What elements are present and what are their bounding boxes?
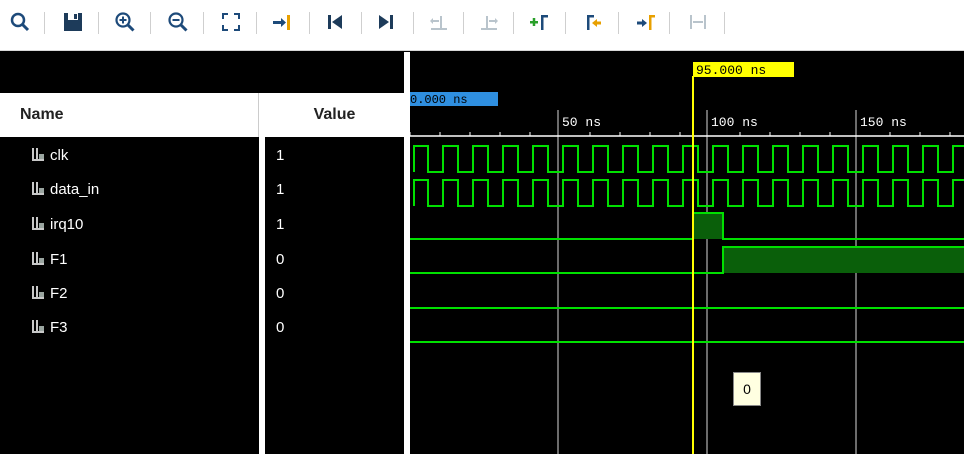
signal-value: 0 [276, 284, 285, 302]
zoom-out-icon[interactable] [166, 10, 190, 34]
zoom-fit-icon[interactable] [219, 10, 243, 34]
waveform-canvas[interactable] [410, 52, 964, 454]
previous-transition-icon[interactable] [427, 10, 451, 34]
signal-value: 1 [276, 180, 285, 198]
signal-icon [32, 148, 44, 161]
signal-row-data-in[interactable]: data_in [30, 179, 99, 199]
signal-row-f1[interactable]: F1 [30, 249, 68, 269]
next-transition-icon[interactable] [477, 10, 501, 34]
signal-icon [32, 217, 44, 230]
signal-value: 0 [276, 318, 285, 336]
signal-icon [32, 286, 44, 299]
signal-name: data_in [50, 180, 100, 198]
signal-value: 1 [276, 215, 285, 233]
signal-icon [32, 320, 44, 333]
signal-row-f2[interactable]: F2 [30, 283, 68, 303]
cursor-time-label[interactable]: 95.000 ns [696, 63, 766, 78]
signal-name: F2 [50, 284, 68, 302]
signal-name: F3 [50, 318, 68, 336]
add-marker-icon[interactable] [528, 10, 552, 34]
search-icon[interactable] [8, 10, 32, 34]
toolbar [0, 0, 964, 51]
previous-marker-icon[interactable] [582, 10, 606, 34]
signal-name: clk [50, 146, 69, 164]
signal-icon [32, 182, 44, 195]
signal-icon [32, 252, 44, 265]
next-marker-icon[interactable] [634, 10, 658, 34]
marker-time-label[interactable]: 0.000 ns [410, 93, 468, 107]
value-column-header[interactable]: Value [265, 93, 404, 137]
signal-row-irq10[interactable]: irq10 [30, 214, 83, 234]
name-column-header[interactable]: Name [0, 93, 259, 137]
go-to-time-0-icon[interactable] [323, 10, 347, 34]
time-label-150: 150 ns [860, 115, 907, 130]
signal-row-f3[interactable]: F3 [30, 317, 68, 337]
go-to-cursor-icon[interactable] [270, 10, 294, 34]
signal-name: irq10 [50, 215, 84, 233]
signal-value: 1 [276, 146, 285, 164]
go-to-last-time-icon[interactable] [374, 10, 398, 34]
zoom-in-icon[interactable] [113, 10, 137, 34]
time-label-50: 50 ns [562, 115, 602, 130]
signal-value: 0 [276, 250, 285, 268]
swap-cursors-icon[interactable] [686, 10, 710, 34]
value-tooltip: 0 [733, 372, 761, 406]
time-label-100: 100 ns [711, 115, 758, 130]
save-icon[interactable] [61, 10, 85, 34]
signal-name: F1 [50, 250, 68, 268]
signal-row-clk[interactable]: clk [30, 145, 68, 165]
column-divider[interactable] [259, 93, 265, 454]
